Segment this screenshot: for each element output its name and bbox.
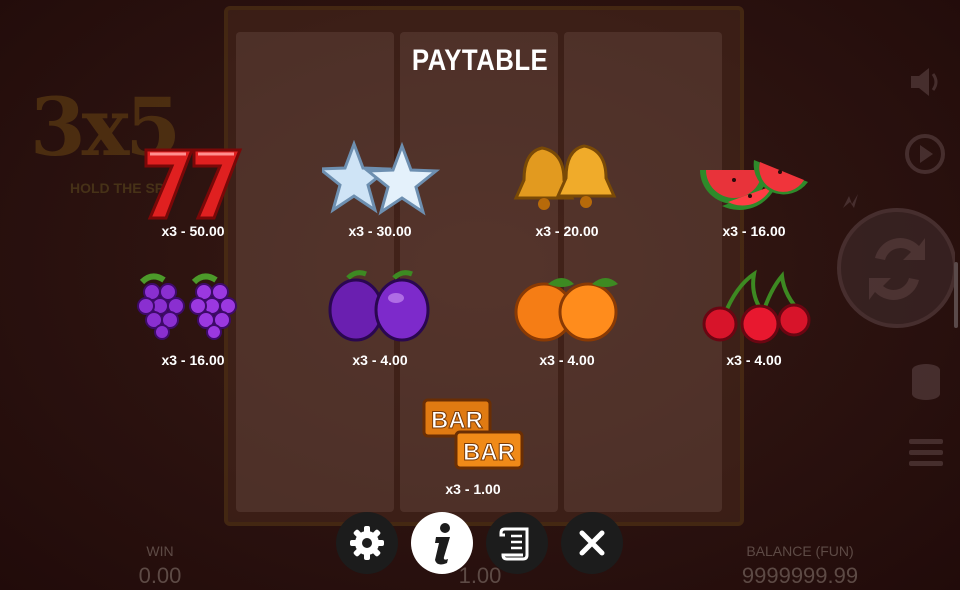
settings-icon xyxy=(350,526,384,560)
sound-icon[interactable] xyxy=(905,62,945,102)
win-label: WIN xyxy=(146,543,174,559)
watermelons-symbol xyxy=(700,160,808,210)
paytable-title: PAYTABLE xyxy=(411,44,549,77)
balance-value: 9999999.99 xyxy=(741,563,859,588)
payout-grapes: x3 - 16.00 xyxy=(161,352,225,368)
close-button[interactable] xyxy=(561,512,623,574)
payout-oranges: x3 - 4.00 xyxy=(539,352,595,368)
bar-symbol-text-top: BAR xyxy=(431,407,483,434)
spin-button[interactable] xyxy=(835,188,955,338)
info-icon xyxy=(435,523,450,565)
payout-bar: x3 - 1.00 xyxy=(445,481,501,497)
payout-plums: x3 - 4.00 xyxy=(352,352,408,368)
sevens-symbol xyxy=(144,148,243,220)
coins-icon[interactable] xyxy=(906,360,946,404)
settings-button[interactable] xyxy=(336,512,398,574)
info-button[interactable] xyxy=(411,512,473,574)
payout-bells: x3 - 20.00 xyxy=(535,223,599,239)
scrollbar[interactable] xyxy=(954,262,958,328)
close-icon xyxy=(579,530,605,556)
history-icon xyxy=(499,527,529,561)
history-button[interactable] xyxy=(486,512,548,574)
payout-cherries: x3 - 4.00 xyxy=(726,352,782,368)
cherries-symbol xyxy=(702,269,811,344)
bar-symbol: BAR BAR xyxy=(422,398,524,470)
grapes-symbol xyxy=(137,273,237,340)
autoplay-icon[interactable] xyxy=(903,132,947,176)
win-value: 0.00 xyxy=(138,563,182,588)
payout-sevens: x3 - 50.00 xyxy=(161,223,225,239)
bells-symbol xyxy=(513,144,617,210)
stars-symbol xyxy=(322,140,441,216)
plums-symbol xyxy=(328,270,430,342)
bar-symbol-text-bottom: BAR xyxy=(463,439,515,466)
payout-stars: x3 - 30.00 xyxy=(348,223,412,239)
menu-icon[interactable] xyxy=(907,436,945,470)
balance-label: BALANCE (FUN) xyxy=(746,543,854,559)
oranges-symbol xyxy=(514,278,618,342)
payout-watermelons: x3 - 16.00 xyxy=(722,223,786,239)
